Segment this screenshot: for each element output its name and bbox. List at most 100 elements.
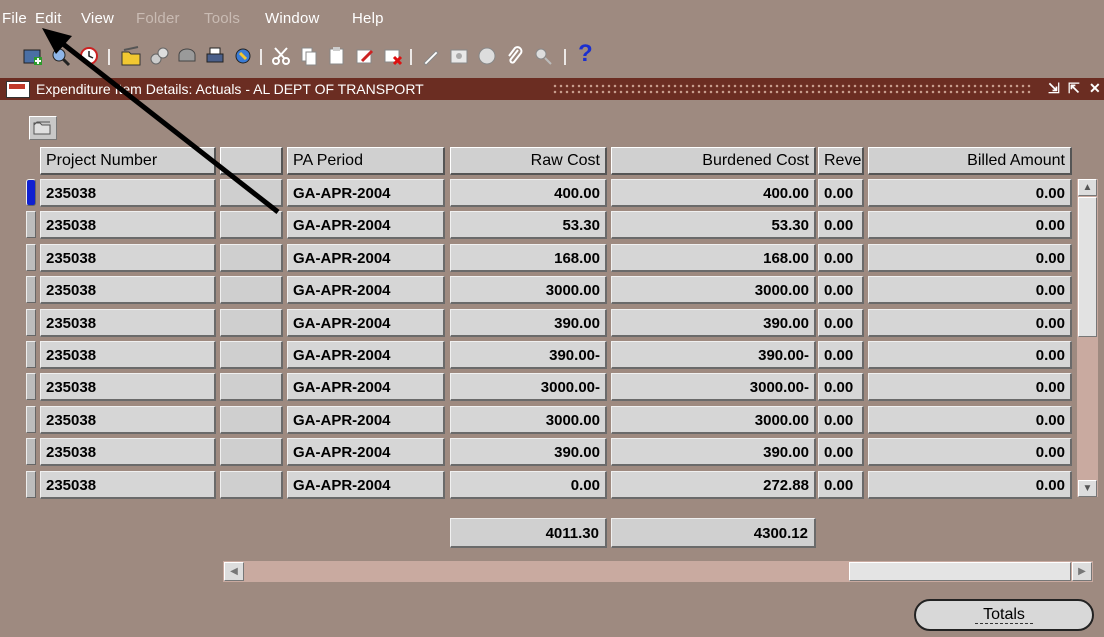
cell-burdened-cost[interactable]: 3000.00 — [611, 406, 816, 434]
new-icon[interactable] — [22, 45, 44, 67]
cell-raw-cost[interactable]: 400.00 — [450, 179, 607, 207]
cell-project-number[interactable]: 235038 — [40, 471, 216, 499]
cell-raw-cost[interactable]: 3000.00 — [450, 276, 607, 304]
attach-icon[interactable] — [504, 45, 526, 67]
cell-blank[interactable] — [220, 179, 283, 207]
menu-window[interactable]: Window — [265, 10, 320, 27]
cell-blank[interactable] — [220, 373, 283, 401]
cell-blank[interactable] — [220, 406, 283, 434]
cell-project-number[interactable]: 235038 — [40, 309, 216, 337]
cell-project-number[interactable]: 235038 — [40, 438, 216, 466]
close-icon[interactable]: ✕ — [1089, 80, 1101, 97]
clock-icon[interactable] — [78, 45, 100, 67]
menu-folder[interactable]: Folder — [136, 10, 180, 27]
cell-burdened-cost[interactable]: 53.30 — [611, 211, 816, 239]
cell-billed-amount[interactable]: 0.00 — [868, 373, 1072, 401]
cell-revenue[interactable]: 0.00 — [818, 438, 864, 466]
help-icon[interactable]: ? — [578, 40, 593, 68]
cell-project-number[interactable]: 235038 — [40, 244, 216, 272]
maximize-icon[interactable]: ⇱ — [1068, 80, 1080, 97]
cell-pa-period[interactable]: GA-APR-2004 — [287, 373, 445, 401]
row-indicator[interactable] — [26, 471, 36, 498]
delete-icon[interactable] — [382, 45, 404, 67]
cell-raw-cost[interactable]: 390.00 — [450, 438, 607, 466]
cell-project-number[interactable]: 235038 — [40, 373, 216, 401]
row-indicator[interactable] — [26, 406, 36, 433]
scroll-up-icon[interactable]: ▲ — [1078, 179, 1097, 196]
paste-icon[interactable] — [326, 45, 348, 67]
col-header-billed-amount[interactable]: Billed Amount — [868, 147, 1072, 175]
cell-raw-cost[interactable]: 168.00 — [450, 244, 607, 272]
cell-revenue[interactable]: 0.00 — [818, 211, 864, 239]
cell-blank[interactable] — [220, 471, 283, 499]
menu-help[interactable]: Help — [352, 10, 384, 27]
cell-burdened-cost[interactable]: 272.88 — [611, 471, 816, 499]
cell-billed-amount[interactable]: 0.00 — [868, 341, 1072, 369]
menu-tools[interactable]: Tools — [204, 10, 240, 27]
totals-button[interactable]: Totals — [914, 599, 1094, 631]
cell-project-number[interactable]: 235038 — [40, 406, 216, 434]
col-header-burdened-cost[interactable]: Burdened Cost — [611, 147, 816, 175]
navigate-icon[interactable] — [148, 45, 170, 67]
menu-view[interactable]: View — [81, 10, 114, 27]
col-header-raw-cost[interactable]: Raw Cost — [450, 147, 607, 175]
cell-pa-period[interactable]: GA-APR-2004 — [287, 179, 445, 207]
row-indicator[interactable] — [26, 179, 36, 206]
cell-billed-amount[interactable]: 0.00 — [868, 211, 1072, 239]
cell-revenue[interactable]: 0.00 — [818, 373, 864, 401]
vertical-scroll-thumb[interactable] — [1078, 197, 1097, 337]
cell-raw-cost[interactable]: 3000.00- — [450, 373, 607, 401]
cell-burdened-cost[interactable]: 390.00 — [611, 309, 816, 337]
col-header-pa-period[interactable]: PA Period — [287, 147, 445, 175]
cell-pa-period[interactable]: GA-APR-2004 — [287, 406, 445, 434]
cell-revenue[interactable]: 0.00 — [818, 341, 864, 369]
copy-icon[interactable] — [298, 45, 320, 67]
cell-blank[interactable] — [220, 341, 283, 369]
cell-pa-period[interactable]: GA-APR-2004 — [287, 244, 445, 272]
cell-billed-amount[interactable]: 0.00 — [868, 244, 1072, 272]
scroll-right-icon[interactable]: ▶ — [1072, 562, 1092, 581]
cell-burdened-cost[interactable]: 3000.00- — [611, 373, 816, 401]
cell-burdened-cost[interactable]: 3000.00 — [611, 276, 816, 304]
cell-revenue[interactable]: 0.00 — [818, 244, 864, 272]
row-indicator[interactable] — [26, 438, 36, 465]
cell-billed-amount[interactable]: 0.00 — [868, 438, 1072, 466]
flexfield-icon[interactable] — [532, 45, 554, 67]
cell-blank[interactable] — [220, 244, 283, 272]
zoom-icon[interactable] — [176, 45, 198, 67]
row-indicator[interactable] — [26, 276, 36, 303]
cell-burdened-cost[interactable]: 390.00 — [611, 438, 816, 466]
cell-revenue[interactable]: 0.00 — [818, 276, 864, 304]
cell-billed-amount[interactable]: 0.00 — [868, 309, 1072, 337]
cell-pa-period[interactable]: GA-APR-2004 — [287, 341, 445, 369]
row-indicator[interactable] — [26, 211, 36, 238]
cell-project-number[interactable]: 235038 — [40, 211, 216, 239]
row-indicator[interactable] — [26, 373, 36, 400]
row-indicator[interactable] — [26, 244, 36, 271]
folder-tools-icon[interactable] — [448, 45, 470, 67]
cell-revenue[interactable]: 0.00 — [818, 309, 864, 337]
cell-raw-cost[interactable]: 390.00 — [450, 309, 607, 337]
vertical-scrollbar[interactable]: ▲ ▼ — [1077, 179, 1098, 497]
cell-burdened-cost[interactable]: 400.00 — [611, 179, 816, 207]
col-header-revenue[interactable]: Reve — [818, 147, 864, 175]
cell-project-number[interactable]: 235038 — [40, 179, 216, 207]
horizontal-scrollbar[interactable]: ◀ ▶ — [223, 561, 1093, 582]
cell-project-number[interactable]: 235038 — [40, 276, 216, 304]
cell-blank[interactable] — [220, 438, 283, 466]
cell-revenue[interactable]: 0.00 — [818, 471, 864, 499]
menu-edit[interactable]: Edit — [35, 10, 62, 27]
cell-billed-amount[interactable]: 0.00 — [868, 406, 1072, 434]
menu-file[interactable]: File — [2, 10, 27, 27]
edit-icon[interactable] — [354, 45, 376, 67]
col-header-project-number[interactable]: Project Number — [40, 147, 216, 175]
globe-icon[interactable] — [476, 45, 498, 67]
cut-icon[interactable] — [270, 45, 292, 67]
open-folder-button[interactable] — [29, 116, 57, 140]
minimize-icon[interactable]: ⇲ — [1048, 80, 1060, 97]
cell-pa-period[interactable]: GA-APR-2004 — [287, 309, 445, 337]
horizontal-scroll-thumb[interactable] — [849, 562, 1071, 581]
col-header-blank[interactable] — [220, 147, 283, 175]
save-icon[interactable] — [120, 45, 142, 67]
cell-pa-period[interactable]: GA-APR-2004 — [287, 471, 445, 499]
